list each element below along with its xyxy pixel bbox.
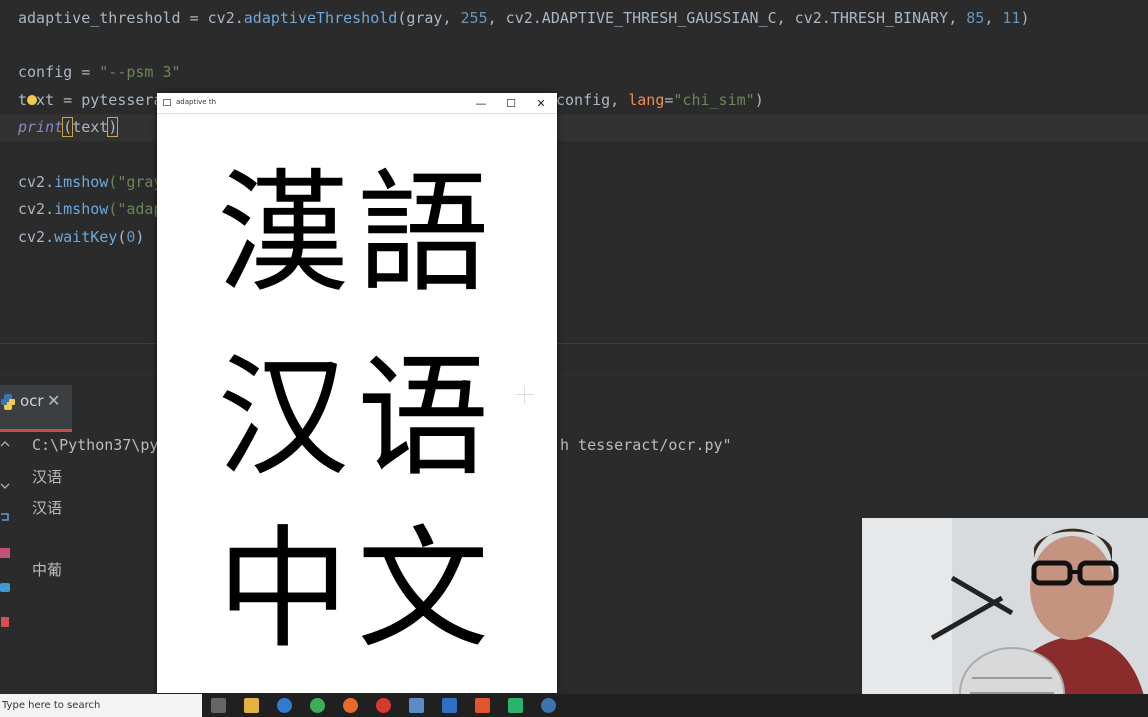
power-app-icon[interactable]: [376, 698, 391, 713]
window-app-icon: [163, 99, 171, 106]
edge-browser-icon[interactable]: [277, 698, 292, 713]
code-line-8[interactable]: cv2.imshow("adap: [18, 196, 163, 223]
code-line-1[interactable]: adaptive_threshold = cv2.adaptiveThresho…: [18, 5, 1029, 32]
code-line-7[interactable]: cv2.imshow("gray: [18, 169, 163, 196]
screen-capture-icon[interactable]: [442, 698, 457, 713]
taskbar-search-box[interactable]: Type here to search: [0, 694, 202, 717]
image-text-row-3: 中文: [217, 513, 497, 667]
print-icon[interactable]: [0, 546, 10, 560]
run-tab-label: ocr: [20, 392, 44, 410]
maximize-button[interactable]: ☐: [498, 95, 524, 111]
pycharm-icon[interactable]: [508, 698, 523, 713]
webcam-image: [862, 518, 1148, 717]
trash-icon[interactable]: [0, 614, 10, 628]
window-title: adaptive th: [176, 98, 217, 106]
code-line-4-tail[interactable]: config, lang="chi_sim"): [556, 87, 764, 114]
console-output-line: 汉语: [32, 499, 63, 517]
soft-wrap-icon[interactable]: [0, 511, 10, 525]
console-command-line-end: h tesseract/ocr.py": [560, 436, 732, 454]
chrome-icon[interactable]: [310, 698, 325, 713]
console-output-line: 中葡: [32, 561, 63, 579]
search-placeholder: Type here to search: [2, 700, 101, 711]
code-line-3[interactable]: config = "--psm 3": [18, 59, 181, 86]
code-line-4[interactable]: text = pytessera: [18, 87, 163, 114]
windows-taskbar: Type here to search: [0, 694, 1148, 717]
console-command-line-start: C:\Python37\pyt: [32, 436, 168, 454]
close-button[interactable]: ✕: [528, 95, 554, 111]
arrow-down-icon[interactable]: [0, 478, 10, 492]
firefox-icon[interactable]: [343, 698, 358, 713]
close-icon[interactable]: ✕: [47, 391, 60, 410]
python-console-icon[interactable]: [0, 580, 10, 594]
image-text-row-1: 漢語: [217, 157, 497, 311]
code-line-9[interactable]: cv2.waitKey(0): [18, 224, 144, 251]
image-text-row-2: 汉语: [217, 341, 497, 495]
python-icon: [1, 394, 15, 410]
app-icon[interactable]: [409, 698, 424, 713]
crosshair-cursor-icon: [516, 386, 534, 404]
console-output-line: 汉语: [32, 468, 63, 486]
file-explorer-icon[interactable]: [244, 698, 259, 713]
minimize-button[interactable]: —: [468, 95, 494, 111]
arrow-up-icon[interactable]: [0, 441, 10, 455]
opencv-image-window[interactable]: adaptive th — ☐ ✕ 漢語 汉语 中文: [157, 93, 557, 693]
python-icon[interactable]: [541, 698, 556, 713]
webcam-overlay: [862, 518, 1148, 717]
window-titlebar[interactable]: adaptive th — ☐ ✕: [157, 93, 557, 114]
brave-browser-icon[interactable]: [475, 698, 490, 713]
code-line-5[interactable]: print(text): [18, 114, 119, 141]
run-tab-ocr[interactable]: ocr ✕: [0, 385, 72, 432]
task-view-icon[interactable]: [211, 698, 226, 713]
mouse-highlight-dot: [27, 95, 37, 105]
